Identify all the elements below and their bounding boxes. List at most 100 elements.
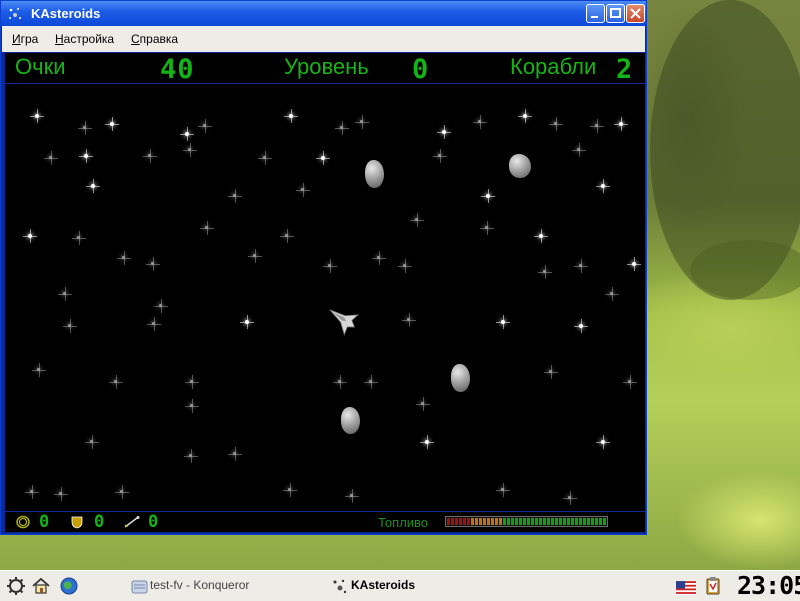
fuel-segment <box>531 518 534 525</box>
fuel-segment <box>543 518 546 525</box>
fuel-segment <box>527 518 530 525</box>
taskbar: test-fv - Konqueror KAsteroids 23:05 <box>0 570 800 601</box>
star <box>180 127 194 141</box>
fuel-segment <box>451 518 454 525</box>
asteroid <box>365 160 384 188</box>
star <box>473 115 487 129</box>
fuel-segment <box>459 518 462 525</box>
ships-label: Корабли <box>510 54 597 79</box>
star <box>78 121 92 135</box>
menu-settings[interactable]: Настройка <box>55 32 114 46</box>
star <box>85 435 99 449</box>
fuel-segment <box>551 518 554 525</box>
kasteroids-app-icon[interactable] <box>7 6 23 22</box>
asteroid <box>509 154 531 178</box>
fuel-segment <box>587 518 590 525</box>
star <box>437 125 451 139</box>
star <box>228 189 242 203</box>
home-icon[interactable] <box>31 576 51 596</box>
kasteroids-task-icon <box>333 579 347 594</box>
star <box>184 449 198 463</box>
menu-help[interactable]: Справка <box>131 32 178 46</box>
task-konqueror[interactable]: test-fv - Konqueror <box>150 578 249 592</box>
star <box>200 221 214 235</box>
game-playfield[interactable] <box>5 84 645 511</box>
star <box>284 109 298 123</box>
asteroid <box>341 407 360 434</box>
fuel-segment <box>535 518 538 525</box>
star <box>58 287 72 301</box>
fuel-segment <box>591 518 594 525</box>
fuel-label: Топливо <box>378 515 429 530</box>
star <box>538 265 552 279</box>
star <box>518 109 532 123</box>
maximize-icon <box>610 8 621 18</box>
star <box>416 397 430 411</box>
star <box>283 483 297 497</box>
star <box>183 143 197 157</box>
star <box>398 259 412 273</box>
star <box>364 375 378 389</box>
star <box>258 151 272 165</box>
menu-game[interactable]: Игра <box>12 32 38 46</box>
star <box>605 287 619 301</box>
fuel-segment <box>487 518 490 525</box>
fuel-segment <box>447 518 450 525</box>
star <box>323 259 337 273</box>
fuel-segment <box>475 518 478 525</box>
star <box>549 117 563 131</box>
fuel-segment <box>567 518 570 525</box>
star <box>574 319 588 333</box>
status-bar: 0 0 0 Топливо <box>5 512 645 532</box>
fuel-segment <box>539 518 542 525</box>
fuel-segment <box>467 518 470 525</box>
fuel-gauge <box>445 516 608 527</box>
us-flag-icon[interactable] <box>676 578 696 598</box>
fuel-segment <box>571 518 574 525</box>
star <box>143 149 157 163</box>
star <box>410 213 424 227</box>
star <box>333 375 347 389</box>
star <box>198 119 212 133</box>
kasteroids-window: KAsteroids Игра Настройка Справка Очки 4… <box>0 0 647 535</box>
title-bar[interactable]: KAsteroids <box>1 1 646 26</box>
star <box>72 231 86 245</box>
star <box>496 483 510 497</box>
kde-menu-icon[interactable] <box>6 576 26 596</box>
score-label: Очки <box>15 54 66 79</box>
fuel-segment <box>491 518 494 525</box>
star <box>623 375 637 389</box>
fuel-segment <box>523 518 526 525</box>
star <box>240 315 254 329</box>
fuel-segment <box>583 518 586 525</box>
shield-badge-icon <box>71 516 83 529</box>
star <box>63 319 77 333</box>
star <box>185 399 199 413</box>
minimize-icon <box>591 16 598 18</box>
star <box>32 363 46 377</box>
fuel-segment <box>559 518 562 525</box>
clipboard-icon[interactable] <box>703 576 723 596</box>
maximize-button[interactable] <box>606 4 625 23</box>
star <box>228 447 242 461</box>
star <box>563 491 577 505</box>
missile-count: 0 <box>148 512 159 532</box>
star <box>280 229 294 243</box>
star <box>355 115 369 129</box>
browser-globe-icon[interactable] <box>59 576 79 596</box>
star <box>25 485 39 499</box>
fuel-segment <box>479 518 482 525</box>
star <box>146 257 160 271</box>
minimize-button[interactable] <box>586 4 605 23</box>
star <box>596 435 610 449</box>
fuel-segment <box>579 518 582 525</box>
task-kasteroids[interactable]: KAsteroids <box>351 578 415 592</box>
clock[interactable]: 23:05 <box>737 571 800 600</box>
close-button[interactable] <box>626 4 645 23</box>
star <box>296 183 310 197</box>
fuel-segment <box>595 518 598 525</box>
level-value: 0 <box>412 54 430 85</box>
star <box>534 229 548 243</box>
star <box>402 313 416 327</box>
star <box>117 251 131 265</box>
